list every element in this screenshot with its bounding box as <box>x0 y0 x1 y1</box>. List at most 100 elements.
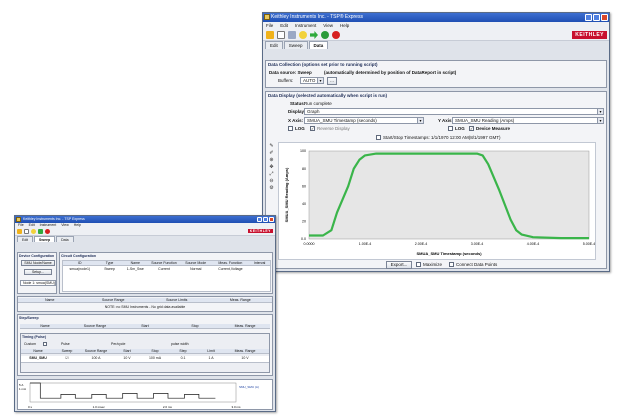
header-step-meas-range: Meas. Range <box>234 324 256 328</box>
maximize-label: Maximize <box>423 262 443 267</box>
step-header-row: Name Source Range Start Stop Meas. Range <box>20 324 270 329</box>
refresh-icon[interactable] <box>321 31 329 39</box>
display-value: Graph <box>307 109 320 114</box>
main-titlebar[interactable]: Keithley Instruments Inc. - TSP® Express <box>263 13 609 22</box>
sweep-titlebar[interactable]: Keithley Instruments Inc. - TSP Express <box>15 216 275 223</box>
tab-sweep[interactable]: Sweep <box>283 41 308 49</box>
header-id: ID <box>78 261 82 265</box>
header-sweep-step: Step <box>179 349 187 353</box>
header-step-stop: Stop <box>191 324 199 328</box>
header-interval: Interval <box>253 261 266 265</box>
connect-points-checkbox[interactable] <box>449 262 454 267</box>
x-tick-label: 5.00E-4 <box>583 242 596 246</box>
pulse-plot-panel: 5 A1 mA 0 s 1.0 msec 2.0 ms 3.0 ms SMU_SMU (A… <box>17 379 273 410</box>
xaxis-select[interactable]: SMUA_SMU Timestamp (seconds) ▾ <box>304 117 424 124</box>
small-x-tick-label: 0 s <box>28 405 33 409</box>
zoom-in-icon[interactable]: ⊕ <box>269 158 274 163</box>
run-arrow-icon[interactable] <box>38 229 43 234</box>
header-step-name: Name <box>40 324 50 328</box>
zoom-out-icon[interactable]: ⊖ <box>269 179 274 184</box>
smu-select[interactable]: Node 1: smua(SMU) <box>20 280 56 286</box>
cell-sweep-meas-range[interactable]: 10 V <box>225 356 265 362</box>
app-icon <box>16 217 21 222</box>
close-icon[interactable] <box>601 14 608 21</box>
tab-data[interactable]: Data <box>308 41 329 49</box>
start-time-checkbox[interactable] <box>376 135 381 140</box>
buffers-select[interactable]: AUTO ▾ <box>300 77 324 84</box>
zoom-fit-icon[interactable]: ⤢ <box>269 172 274 177</box>
header-meas-range: Meas. Range <box>229 298 251 302</box>
main-tabs: Edit Sweep Data <box>263 41 609 49</box>
tab-edit[interactable]: Edit <box>17 236 34 242</box>
setup-button[interactable]: Setup... <box>24 269 52 275</box>
keithley-logo: KEITHLEY <box>572 31 607 39</box>
buffers-value: AUTO <box>303 78 316 83</box>
run-arrow-icon[interactable] <box>310 31 318 39</box>
y-tick-label: 40 <box>302 202 306 206</box>
tab-edit[interactable]: Edit <box>265 41 283 49</box>
y-tick-label: 0.0 <box>301 237 306 241</box>
cell-sweep-step[interactable]: 0.1 <box>169 356 197 362</box>
device-measure-checkbox[interactable]: ✓ <box>469 126 474 131</box>
minimize-icon[interactable] <box>257 217 262 222</box>
maximize-checkbox[interactable] <box>416 262 421 267</box>
data-source-label: Data source: Sweep <box>269 70 312 75</box>
measurement-panel: Name Source Range Source Limits Meas. Ra… <box>17 296 273 312</box>
buffers-options-button[interactable]: … <box>327 77 337 85</box>
help-icon[interactable] <box>31 229 36 234</box>
pulse-train-chart: 5 A1 mA0 s 1.0 msec 2.0 ms 3.0 msSMU_SMU (A… <box>19 382 259 409</box>
sweep-window-title: Keithley Instruments Inc. - TSP Express <box>23 217 85 221</box>
chevron-down-icon: ▾ <box>317 78 323 83</box>
cell-sweep-start[interactable]: 10 V <box>113 356 141 362</box>
instrument-icon[interactable] <box>288 31 296 39</box>
draw-icon[interactable]: ✐ <box>269 151 274 156</box>
open-folder-icon[interactable] <box>266 31 274 39</box>
display-select[interactable]: Graph ▾ <box>304 108 604 115</box>
header-sweep-limit: Limit <box>207 349 215 353</box>
new-document-icon[interactable] <box>277 31 285 39</box>
buffers-label: Buffers: <box>278 78 294 83</box>
custom-checkbox[interactable] <box>43 342 47 346</box>
small-x-tick-label: 2.0 ms <box>163 405 173 409</box>
tab-data[interactable]: Data <box>56 236 74 242</box>
maximize-icon[interactable] <box>263 217 268 222</box>
smu-name-button[interactable]: SMU Node/Name <box>21 260 55 266</box>
stop-icon[interactable] <box>332 31 340 39</box>
chevron-down-icon: ▾ <box>597 118 603 123</box>
data-display-title: Data Display (selected automatically whe… <box>268 93 388 98</box>
open-folder-icon[interactable] <box>17 229 22 234</box>
cell-sweep-stop[interactable]: 100 mA <box>141 356 169 362</box>
timing-custom-label: Custom <box>24 342 37 346</box>
menu-instrument[interactable]: Instrument <box>295 22 316 29</box>
sweep-row[interactable]: SMU_SMU ☑ 100 A 10 V 100 mA 0.1 1 A 10 V <box>21 356 269 363</box>
circuit-row[interactable]: smua(node1) Sweep 1-Sm_Swe Current Norma… <box>63 267 270 274</box>
menu-edit[interactable]: Edit <box>280 22 288 29</box>
cell-sweep-enabled[interactable]: ☑ <box>55 356 79 362</box>
log-y-checkbox[interactable] <box>448 126 453 131</box>
yaxis-select[interactable]: SMUA_SMU Reading (Amps) ▾ <box>452 117 604 124</box>
reverse-display-label: Reverse Display <box>317 126 350 131</box>
header-source-mode: Source Mode <box>185 261 207 265</box>
log-x-checkbox[interactable] <box>288 126 293 131</box>
pencil-icon[interactable]: ✎ <box>269 144 274 149</box>
minimize-icon[interactable] <box>585 14 592 21</box>
tab-sweep[interactable]: Sweep <box>34 236 56 242</box>
help-icon[interactable] <box>299 31 307 39</box>
cell-sweep-source-range[interactable]: 100 A <box>79 356 113 362</box>
reverse-display-checkbox[interactable]: ✓ <box>310 126 315 131</box>
stop-icon[interactable] <box>45 229 50 234</box>
maximize-icon[interactable] <box>593 14 600 21</box>
meas-header-row: Name Source Range Source Limits Meas. Ra… <box>18 298 272 303</box>
new-document-icon[interactable] <box>24 229 29 234</box>
cell-sweep-limit[interactable]: 1 A <box>197 356 225 362</box>
pan-icon[interactable]: ✥ <box>269 165 274 170</box>
menu-help[interactable]: Help <box>340 22 349 29</box>
circuit-header-row: ID Type Name Source Function Source Mode… <box>63 261 270 266</box>
menu-view[interactable]: View <box>323 22 333 29</box>
close-icon[interactable] <box>269 217 274 222</box>
settings-icon[interactable]: ⚙ <box>269 186 274 191</box>
menu-file[interactable]: File <box>266 22 273 29</box>
status-value: Run complete <box>304 101 332 106</box>
export-button[interactable]: Export... <box>386 261 412 269</box>
tsp-express-main-window: Keithley Instruments Inc. - TSP® Express… <box>262 12 610 272</box>
